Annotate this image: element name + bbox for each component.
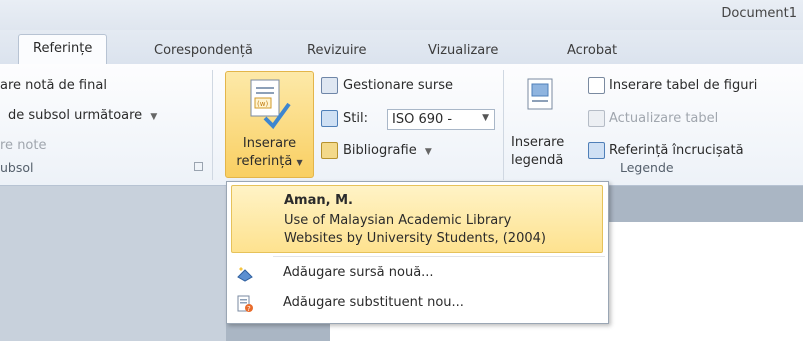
- insert-citation-button[interactable]: (w) Inserare referință ▼: [225, 71, 314, 178]
- add-source-icon: [237, 267, 253, 282]
- svg-text:?: ?: [247, 305, 251, 313]
- bibliography-button[interactable]: Bibliografie ▼: [343, 143, 432, 158]
- show-notes-button[interactable]: re note: [0, 138, 46, 153]
- group-separator: [503, 70, 504, 180]
- cross-reference-button[interactable]: Referință încrucișată: [609, 143, 744, 158]
- next-footnote-label: de subsol următoare: [8, 108, 143, 123]
- svg-text:(w): (w): [257, 100, 268, 108]
- insert-citation-label-line2: referință ▼: [226, 154, 313, 169]
- citation-source-item[interactable]: Aman, M. Use of Malaysian Academic Libra…: [231, 185, 603, 253]
- insert-citation-label-text: referință: [236, 154, 293, 169]
- citation-style-value: ISO 690 -: [392, 112, 453, 127]
- menu-separator: [273, 256, 605, 257]
- next-footnote-button[interactable]: de subsol următoare ▼: [8, 108, 157, 123]
- insert-endnote-button[interactable]: are notă de final: [0, 78, 107, 93]
- tab-acrobat[interactable]: Acrobat: [567, 39, 617, 63]
- style-label: Stil:: [343, 111, 368, 126]
- add-new-source-label: Adăugare sursă nouă...: [283, 265, 434, 280]
- insert-citation-label-line1: Inserare: [242, 136, 297, 151]
- add-new-placeholder-item[interactable]: ? Adăugare substituent nou...: [231, 290, 603, 318]
- insert-table-of-figures-button[interactable]: Inserare tabel de figuri: [609, 78, 757, 93]
- bibliography-label: Bibliografie: [343, 143, 417, 158]
- update-table-icon: [588, 110, 605, 127]
- insert-caption-label-line1: Inserare: [511, 135, 565, 150]
- tab-references[interactable]: Referințe: [18, 34, 108, 66]
- tab-review[interactable]: Revizuire: [307, 39, 366, 63]
- source-title-line1: Use of Malaysian Academic Library: [284, 213, 512, 228]
- table-of-figures-icon: [588, 77, 605, 94]
- add-placeholder-icon: ?: [237, 295, 253, 313]
- chevron-down-icon: ▼: [296, 158, 303, 167]
- cross-reference-icon: [588, 142, 605, 159]
- tab-mailings[interactable]: Corespondență: [154, 39, 253, 63]
- group-separator: [212, 70, 213, 180]
- ribbon-tab-bar: Referințe Corespondență Revizuire Vizual…: [0, 30, 803, 66]
- title-bar: Document1: [0, 0, 803, 30]
- source-title-line2: Websites by University Students, (2004): [284, 231, 546, 246]
- document-title: Document1: [721, 6, 797, 21]
- insert-caption-icon: [527, 78, 553, 110]
- insert-citation-icon: (w): [250, 79, 291, 130]
- add-new-source-item[interactable]: Adăugare sursă nouă...: [231, 260, 603, 288]
- manage-sources-button[interactable]: Gestionare surse: [343, 78, 453, 93]
- insert-caption-label-line2: legendă: [511, 153, 564, 168]
- citation-style-select[interactable]: ISO 690 - ▼: [387, 109, 495, 130]
- ribbon: are notă de final de subsol următoare ▼ …: [0, 64, 803, 186]
- tab-view[interactable]: Vizualizare: [428, 39, 498, 63]
- chevron-down-icon: ▼: [482, 113, 489, 123]
- chevron-down-icon: ▼: [424, 147, 432, 157]
- captions-group-label: Legende: [620, 160, 674, 175]
- insert-citation-menu: Aman, M. Use of Malaysian Academic Libra…: [226, 181, 609, 324]
- footnotes-group-label: ubsol: [0, 160, 34, 175]
- chevron-down-icon: ▼: [150, 112, 158, 122]
- manage-sources-icon: [321, 77, 338, 94]
- add-new-placeholder-label: Adăugare substituent nou...: [283, 295, 464, 310]
- bibliography-icon: [321, 142, 338, 159]
- left-panel: [0, 186, 226, 341]
- style-icon: [321, 110, 338, 127]
- dialog-launcher-icon[interactable]: [194, 162, 203, 171]
- source-author: Aman, M.: [284, 193, 353, 208]
- insert-caption-button[interactable]: Inserare legendă: [507, 71, 575, 176]
- update-table-button[interactable]: Actualizare tabel: [609, 111, 718, 126]
